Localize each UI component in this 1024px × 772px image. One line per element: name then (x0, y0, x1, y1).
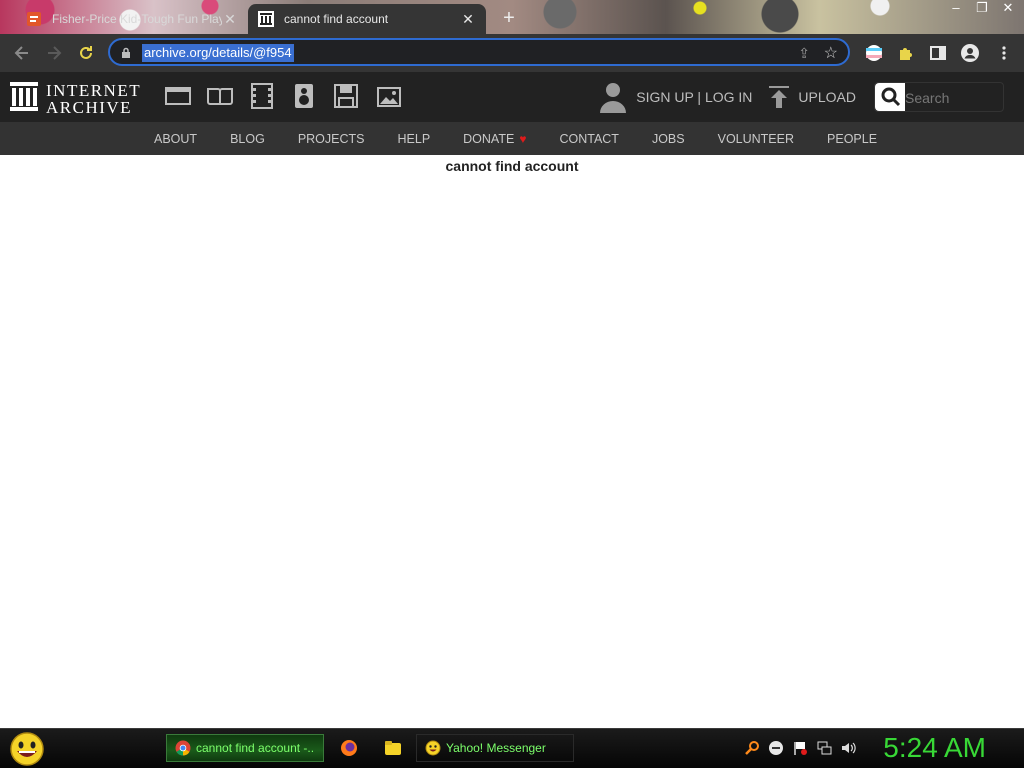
heart-icon: ♥ (519, 131, 527, 146)
user-icon[interactable] (598, 81, 628, 113)
nav-blog[interactable]: BLOG (230, 132, 265, 146)
signup-login-link[interactable]: SIGN UP | LOG IN (636, 89, 752, 105)
side-panel-icon[interactable] (928, 43, 948, 63)
ia-temple-logo-icon (10, 80, 38, 117)
browser-tab-strip: Fisher-Price Kid-Tough Fun Play ✕ cannot… (0, 0, 1024, 34)
tray-search-icon[interactable] (744, 740, 760, 756)
reload-icon[interactable] (76, 43, 96, 63)
ia-logo-text: INTERNET ARCHIVE (46, 82, 141, 116)
window-controls: – ❐ ✕ (948, 0, 1016, 16)
error-message: cannot find account (445, 158, 579, 174)
tab-close-icon[interactable]: ✕ (460, 11, 476, 27)
page-content: cannot find account (0, 155, 1024, 728)
yahoo-messenger-icon (425, 740, 441, 756)
restore-button[interactable]: ❐ (974, 0, 990, 16)
film-icon[interactable] (248, 82, 276, 110)
tray-status-icon[interactable] (768, 740, 784, 756)
nav-people[interactable]: PEOPLE (827, 132, 877, 146)
nav-about[interactable]: ABOUT (154, 132, 197, 146)
nav-donate-label: DONATE (463, 131, 515, 146)
software-floppy-icon[interactable] (332, 82, 360, 110)
os-taskbar: cannot find account -... Yahoo! Messenge… (0, 728, 1024, 768)
tray-network-icon[interactable] (816, 740, 832, 756)
bookmark-star-icon[interactable]: ☆ (824, 43, 838, 63)
nav-help[interactable]: HELP (398, 132, 431, 146)
upload-icon[interactable] (768, 85, 790, 109)
ia-account-area: SIGN UP | LOG IN UPLOAD (598, 72, 1004, 122)
nav-projects[interactable]: PROJECTS (298, 132, 365, 146)
audio-speaker-icon[interactable] (290, 82, 318, 110)
ia-search-box[interactable] (874, 82, 1004, 112)
file-manager-icon[interactable] (384, 739, 402, 757)
tray-flag-icon[interactable] (792, 740, 808, 756)
taskbar-clock[interactable]: 5:24 AM (883, 732, 986, 764)
start-smiley-icon[interactable] (8, 731, 46, 767)
firefox-icon[interactable] (340, 739, 358, 757)
new-tab-button[interactable]: + (498, 7, 520, 29)
tab-title: cannot find account (284, 12, 389, 26)
lock-icon[interactable] (120, 46, 132, 58)
logo-line-2: ARCHIVE (46, 97, 133, 117)
fisher-price-favicon-icon (26, 11, 42, 27)
address-bar[interactable]: archive.org/details/@f954 ⇪ ☆ (108, 38, 850, 66)
system-tray (744, 740, 856, 756)
ia-logo[interactable]: INTERNET ARCHIVE (10, 80, 141, 117)
ia-sub-nav: ABOUT BLOG PROJECTS HELP DONATE ♥ CONTAC… (0, 122, 1024, 155)
close-window-button[interactable]: ✕ (1000, 0, 1016, 16)
web-icon[interactable] (164, 82, 192, 110)
taskbar-yahoo-task[interactable]: Yahoo! Messenger (416, 734, 574, 762)
extensions-puzzle-icon[interactable] (896, 43, 916, 63)
profile-flag-extension-icon[interactable] (864, 43, 884, 63)
taskbar-chrome-label: cannot find account -... (196, 741, 315, 755)
media-type-icons (164, 82, 402, 110)
tab-title: Fisher-Price Kid-Tough Fun Play (52, 12, 222, 26)
chrome-icon (175, 740, 191, 756)
browser-toolbar: archive.org/details/@f954 ⇪ ☆ (0, 34, 1024, 72)
browser-tab-inactive[interactable]: Fisher-Price Kid-Tough Fun Play ✕ (16, 4, 248, 34)
nav-volunteer[interactable]: VOLUNTEER (718, 132, 794, 146)
minimize-button[interactable]: – (948, 0, 964, 16)
url-text[interactable]: archive.org/details/@f954 (142, 44, 294, 62)
upload-link[interactable]: UPLOAD (798, 89, 856, 105)
search-input[interactable] (903, 87, 1003, 109)
taskbar-yahoo-label: Yahoo! Messenger (446, 741, 546, 755)
share-icon[interactable]: ⇪ (798, 45, 810, 62)
internet-archive-favicon-icon (258, 11, 274, 27)
nav-jobs[interactable]: JOBS (652, 132, 685, 146)
images-icon[interactable] (374, 82, 402, 110)
tab-close-icon[interactable]: ✕ (222, 11, 238, 27)
forward-icon[interactable] (44, 43, 64, 63)
back-icon[interactable] (12, 43, 32, 63)
nav-contact[interactable]: CONTACT (559, 132, 619, 146)
search-icon[interactable] (875, 83, 905, 111)
taskbar-chrome-task[interactable]: cannot find account -... (166, 734, 324, 762)
tray-volume-icon[interactable] (840, 740, 856, 756)
ia-top-nav: INTERNET ARCHIVE SIGN UP | LOG IN UPLOAD… (0, 72, 1024, 122)
book-icon[interactable] (206, 82, 234, 110)
browser-menu-icon[interactable] (994, 43, 1014, 63)
nav-donate[interactable]: DONATE ♥ (463, 132, 526, 146)
profile-avatar-icon[interactable] (960, 43, 980, 63)
browser-tab-active[interactable]: cannot find account ✕ (248, 4, 486, 34)
